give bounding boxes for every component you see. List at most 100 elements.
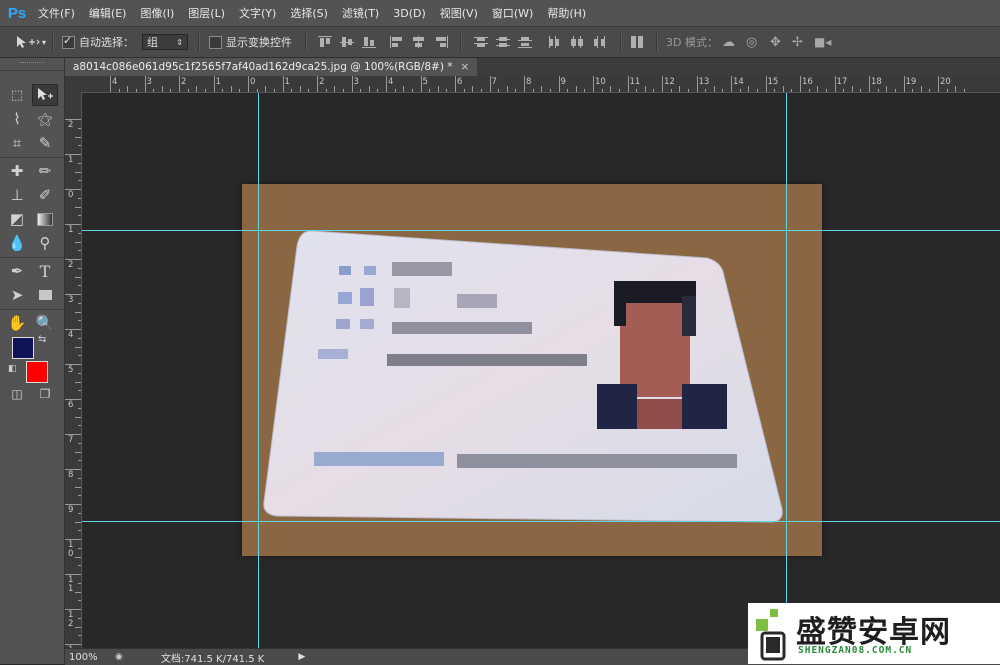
3d-slide-icon[interactable]: ✢	[792, 27, 803, 57]
document-image	[242, 184, 822, 556]
rectangle-tool-icon[interactable]	[32, 284, 58, 306]
ruler-tick	[78, 215, 81, 217]
ruler-tick	[308, 89, 310, 92]
guide-horizontal[interactable]	[82, 521, 1000, 522]
auto-align-layers-icon[interactable]	[630, 36, 644, 48]
distribute-top-edges-icon[interactable]	[474, 36, 488, 48]
healing-brush-tool-icon[interactable]: ✚	[4, 160, 30, 182]
show-transform-toggle[interactable]: 显示变换控件	[209, 27, 292, 57]
menu-image[interactable]: 图像(I)	[140, 5, 174, 21]
auto-select-dropdown[interactable]: 组 ⇕	[142, 34, 188, 50]
auto-select-toggle[interactable]: 自动选择：	[62, 27, 134, 57]
3d-roll-icon[interactable]: ◎	[746, 27, 757, 57]
ruler-tick	[78, 232, 81, 234]
align-left-edges-icon[interactable]	[390, 36, 404, 48]
3d-drag-icon[interactable]: ✥	[770, 27, 781, 57]
ruler-tick	[920, 86, 922, 92]
menu-help[interactable]: 帮助(H)	[547, 5, 586, 21]
ruler-tick	[429, 89, 431, 92]
menu-type[interactable]: 文字(Y)	[239, 5, 276, 21]
auto-select-checkbox[interactable]	[62, 34, 75, 49]
guide-vertical[interactable]	[786, 93, 787, 648]
swap-colors-icon[interactable]: ⇆	[38, 334, 46, 345]
ruler-tick	[75, 416, 81, 418]
zoom-tool-icon[interactable]: 🔍	[32, 312, 58, 334]
menu-select[interactable]: 选择(S)	[290, 5, 328, 21]
marquee-tool-icon[interactable]: ⬚	[4, 84, 30, 106]
ruler-tick	[75, 136, 81, 138]
ruler-tick-label: 1	[68, 225, 74, 235]
gradient-tool-icon[interactable]	[32, 208, 58, 230]
eraser-tool-icon[interactable]: ◩	[4, 208, 30, 230]
distribute-bottom-edges-icon[interactable]	[518, 36, 532, 48]
guide-vertical[interactable]	[258, 93, 259, 648]
ruler-tick	[75, 486, 81, 488]
vertical-ruler[interactable]: 21012345678910111213	[65, 92, 82, 648]
pen-tool-icon[interactable]: ✒	[4, 260, 30, 282]
ruler-tick	[817, 86, 819, 92]
clone-stamp-tool-icon[interactable]: ⊥	[4, 184, 30, 206]
screen-mode-icon[interactable]: ❐	[32, 383, 58, 405]
blur-tool-icon[interactable]: 💧	[4, 232, 30, 254]
background-color-swatch[interactable]	[26, 361, 48, 383]
document-size: 文档:741.5 K/741.5 K	[160, 653, 265, 665]
default-colors-icon[interactable]: ◧	[8, 364, 17, 374]
align-vertical-centers-icon[interactable]	[340, 36, 354, 48]
history-brush-tool-icon[interactable]: ✐	[32, 184, 58, 206]
ruler-tick	[65, 259, 81, 260]
hand-tool-icon[interactable]: ✋	[4, 312, 30, 334]
ruler-tick	[403, 86, 405, 92]
3d-mode-label: 3D 模式：	[666, 36, 718, 49]
ruler-tick	[929, 89, 931, 92]
align-right-edges-icon[interactable]	[434, 36, 448, 48]
type-tool-icon[interactable]: T	[32, 260, 58, 282]
tool-preset-picker[interactable]: ▾	[14, 27, 46, 57]
menu-3d[interactable]: 3D(D)	[393, 7, 426, 20]
close-tab-icon[interactable]: ×	[461, 61, 470, 73]
ruler-origin[interactable]	[65, 76, 82, 93]
move-tool-icon[interactable]	[32, 84, 58, 106]
distribute-right-edges-icon[interactable]	[592, 36, 606, 48]
ruler-tick	[135, 89, 137, 92]
align-top-edges-icon[interactable]	[318, 36, 332, 48]
distribute-horizontal-centers-icon[interactable]	[570, 36, 584, 48]
status-arrow-icon[interactable]: ▶	[298, 652, 305, 662]
crop-tool-icon[interactable]: ⌗	[4, 132, 30, 154]
menu-file[interactable]: 文件(F)	[38, 5, 75, 21]
3d-rotate-icon[interactable]: ☁	[722, 27, 735, 57]
show-transform-checkbox[interactable]	[209, 35, 222, 49]
eyedropper-tool-icon[interactable]: ✎	[32, 132, 58, 154]
path-selection-tool-icon[interactable]: ➤	[4, 284, 30, 306]
zoom-level[interactable]: 100%	[69, 652, 109, 663]
brush-tool-icon[interactable]: ✏	[32, 160, 58, 182]
3d-scale-icon[interactable]: ■◂	[814, 27, 831, 57]
canvas-area[interactable]	[82, 93, 1000, 648]
guide-horizontal[interactable]	[82, 230, 1000, 231]
align-bottom-edges-icon[interactable]	[362, 36, 376, 48]
ruler-tick	[65, 294, 81, 295]
status-menu-icon[interactable]: ◉	[115, 652, 123, 662]
ruler-tick	[75, 591, 81, 593]
menu-filter[interactable]: 滤镜(T)	[342, 5, 379, 21]
menu-edit[interactable]: 编辑(E)	[89, 5, 127, 21]
quick-mask-icon[interactable]: ◫	[4, 383, 30, 405]
align-horizontal-centers-icon[interactable]	[412, 36, 426, 48]
dodge-tool-icon[interactable]: ⚲	[32, 232, 58, 254]
horizontal-ruler[interactable]: 4 3 2 1 0 1 2 3 4 5 6 7 8 9 10 11 12 13 14 15 16 17 18 19 20	[82, 76, 1000, 93]
ruler-tick	[593, 76, 594, 92]
distribute-left-edges-icon[interactable]	[548, 36, 562, 48]
lasso-tool-icon[interactable]: ⌇	[4, 108, 30, 130]
foreground-color-swatch[interactable]	[12, 337, 34, 359]
ruler-tick	[325, 89, 327, 92]
magic-wand-tool-icon[interactable]: ⚝	[32, 108, 58, 130]
menu-layer[interactable]: 图层(L)	[188, 5, 225, 21]
ruler-tick	[78, 477, 81, 479]
distribute-vertical-centers-icon[interactable]	[496, 36, 510, 48]
menu-window[interactable]: 窗口(W)	[492, 5, 533, 21]
document-tab-bar: a8014c086e061d95c1f2565f7af40ad162d9ca25…	[65, 58, 1000, 76]
menu-view[interactable]: 视图(V)	[440, 5, 478, 21]
ruler-tick	[78, 267, 81, 269]
ruler-tick-label: 9	[560, 77, 566, 87]
panel-grip[interactable]	[20, 62, 44, 65]
document-tab[interactable]: a8014c086e061d95c1f2565f7af40ad162d9ca25…	[65, 58, 478, 76]
